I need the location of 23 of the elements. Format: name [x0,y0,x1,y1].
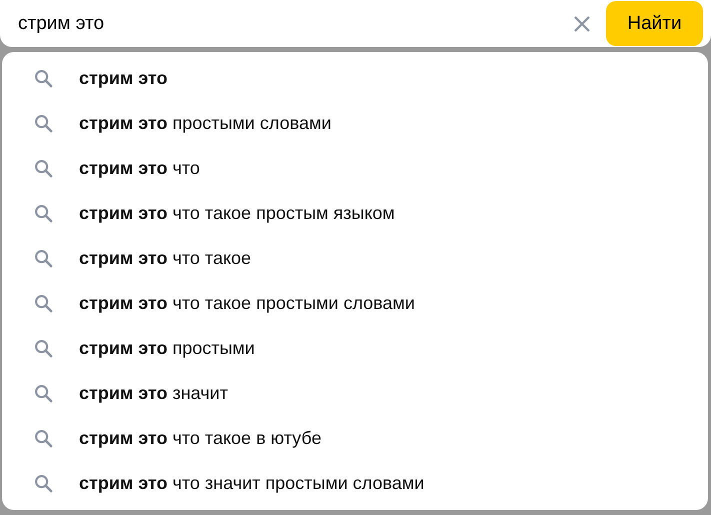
suggestion[interactable]: стрим это что такое простым языком [79,203,395,224]
suggestion[interactable]: стрим это простыми словами [79,113,332,134]
search-icon [34,69,53,88]
search-icon [34,204,53,223]
suggestion[interactable]: стрим это простыми [79,338,255,359]
search-icon [34,339,53,358]
search-icon [34,294,53,313]
search-icon [34,474,53,493]
search-icon [34,249,53,268]
close-icon[interactable] [572,14,592,34]
search-icon [34,159,53,178]
suggestion[interactable]: стрим это значит [79,383,228,404]
suggestion[interactable]: стрим это что такое [79,248,252,269]
search-icon [34,429,53,448]
suggestion[interactable]: стрим это [79,68,168,89]
suggestion[interactable]: стрим это что [79,158,200,179]
suggestion[interactable]: стрим это что такое в ютубе [79,428,322,449]
suggestion[interactable]: стрим это что такое простыми словами [79,293,415,314]
search-button[interactable]: Найти [606,1,703,46]
search-icon [34,384,53,403]
search-icon [34,114,53,133]
suggestion[interactable]: стрим это что значит простыми словами [79,473,424,494]
search-input[interactable]: стрим это [18,12,558,34]
